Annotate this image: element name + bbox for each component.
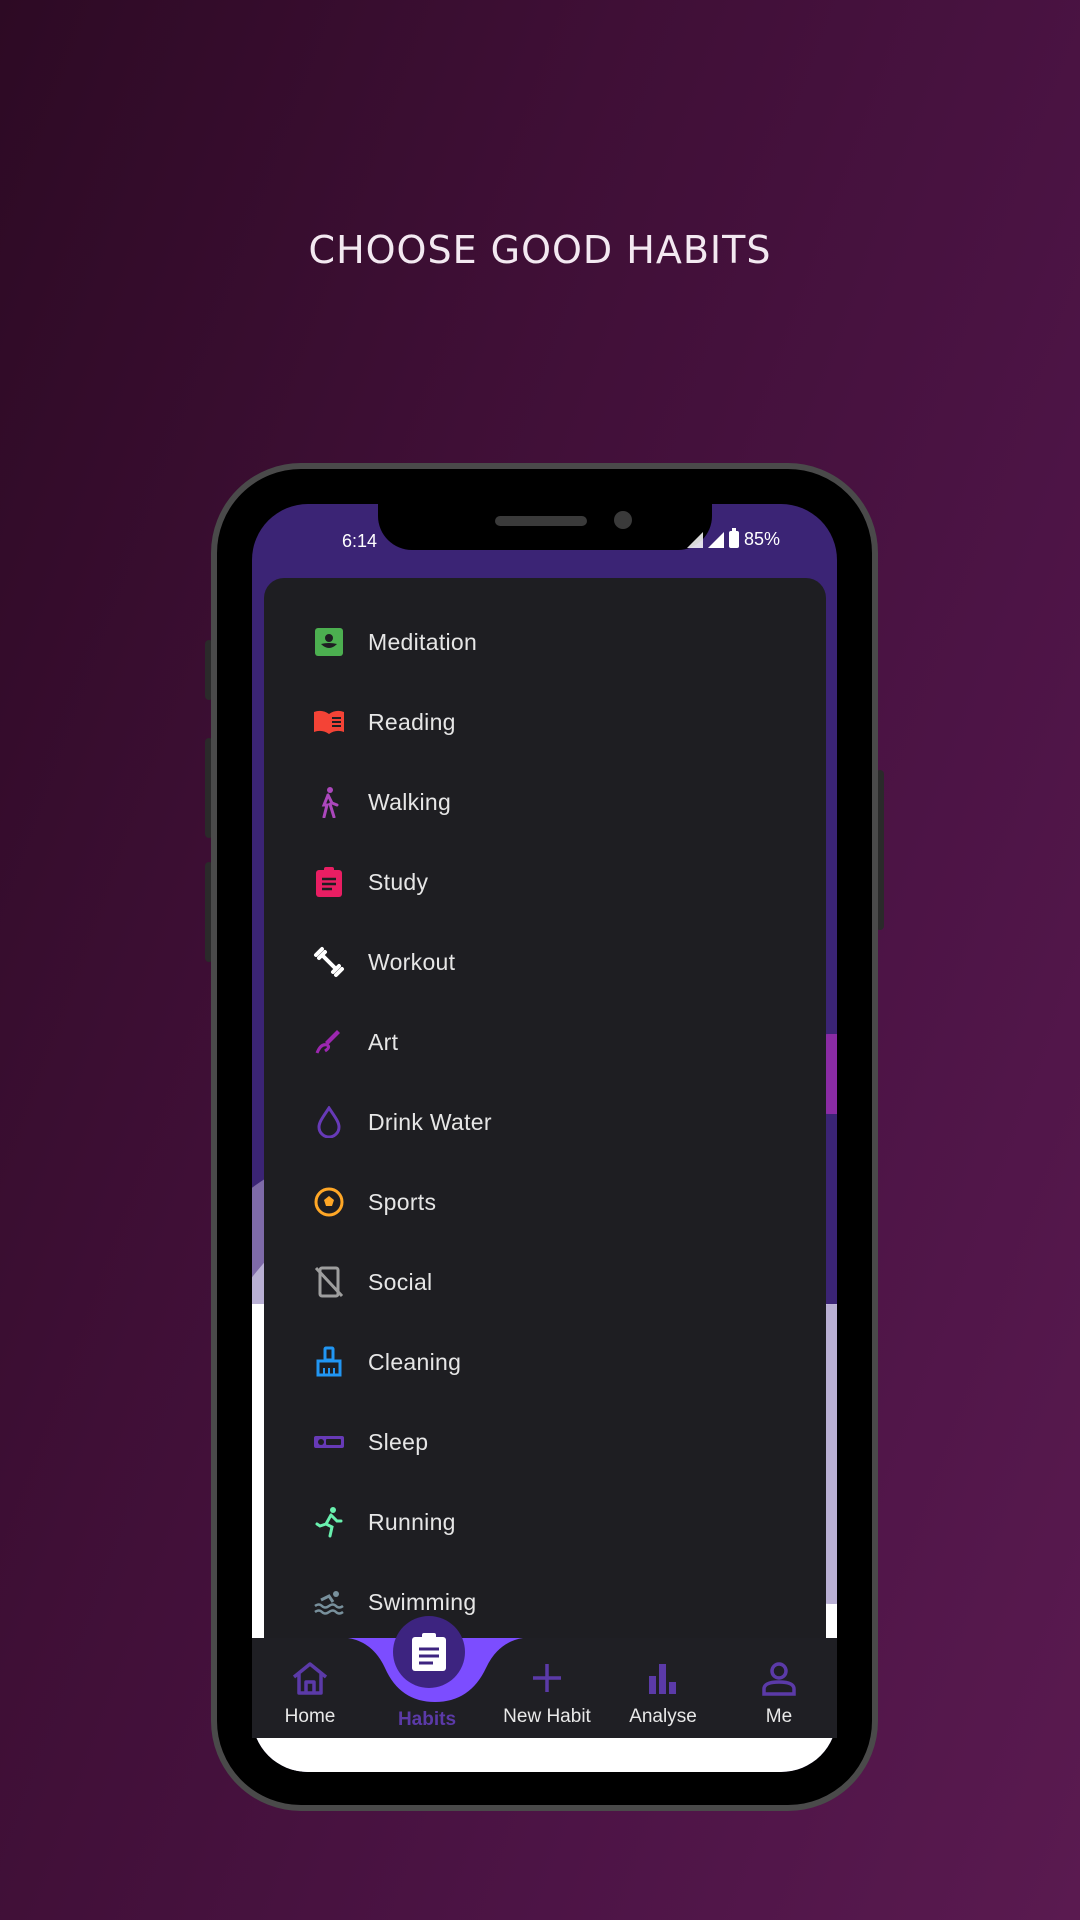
home-indicator[interactable] — [468, 1753, 620, 1759]
home-icon — [292, 1662, 328, 1695]
page-headline: CHOOSE GOOD HABITS — [308, 228, 772, 272]
nav-me-label: Me — [765, 1706, 793, 1727]
draw-icon — [312, 1025, 346, 1059]
battery-percent: 85% — [743, 529, 780, 549]
running-icon — [312, 1505, 346, 1539]
signal-icon — [707, 531, 724, 548]
person-icon — [762, 1662, 796, 1696]
signal-icon — [686, 531, 703, 548]
nav-analyse-label: Analyse — [629, 1706, 697, 1727]
habit-item-walking[interactable]: Walking — [312, 782, 792, 822]
book-icon — [312, 705, 346, 739]
status-icons: 85% — [628, 528, 828, 550]
walking-icon — [312, 785, 346, 819]
bottom-navigation: Home Habits New Habit Analyse Me — [252, 1638, 837, 1738]
habit-label: Cleaning — [368, 1348, 462, 1375]
front-camera — [614, 511, 632, 529]
habits-fab[interactable] — [393, 1616, 465, 1688]
battery-icon — [728, 528, 739, 548]
habit-label: Art — [368, 1028, 399, 1055]
water-drop-icon — [312, 1105, 346, 1139]
habit-label: Swimming — [368, 1588, 477, 1615]
clipboard-icon — [412, 1633, 446, 1671]
habit-label: Workout — [368, 948, 456, 975]
habit-item-art[interactable]: Art — [312, 1022, 792, 1062]
nav-new-habit-label: New Habit — [503, 1706, 591, 1727]
habit-item-running[interactable]: Running — [312, 1502, 792, 1542]
dumbbell-icon — [312, 945, 346, 979]
nav-me[interactable]: Me — [724, 1638, 834, 1738]
status-time: 6:14 — [342, 531, 378, 551]
soccer-ball-icon — [312, 1185, 346, 1219]
habit-label: Walking — [368, 788, 452, 815]
habit-label: Sleep — [368, 1428, 429, 1455]
nav-home-label: Home — [284, 1706, 336, 1727]
nav-analyse[interactable]: Analyse — [608, 1638, 718, 1738]
habit-item-meditation[interactable]: Meditation — [312, 622, 792, 662]
habit-item-study[interactable]: Study — [312, 862, 792, 902]
habit-label: Social — [368, 1268, 433, 1295]
clipboard-icon — [312, 865, 346, 899]
meditation-icon — [312, 625, 346, 659]
plus-icon — [533, 1664, 561, 1692]
habit-item-workout[interactable]: Workout — [312, 942, 792, 982]
bed-icon — [312, 1425, 346, 1459]
phone-off-icon — [312, 1265, 346, 1299]
habit-item-sleep[interactable]: Sleep — [312, 1422, 792, 1462]
habit-label: Drink Water — [368, 1108, 492, 1135]
habit-list-sheet: Meditation Reading Walking Study Workout… — [264, 578, 826, 1638]
broom-icon — [312, 1345, 346, 1379]
habit-label: Meditation — [368, 628, 478, 655]
habit-item-cleaning[interactable]: Cleaning — [312, 1342, 792, 1382]
habit-item-social[interactable]: Social — [312, 1262, 792, 1302]
habit-item-drink-water[interactable]: Drink Water — [312, 1102, 792, 1142]
swimming-icon — [312, 1585, 346, 1619]
habit-label: Sports — [368, 1188, 437, 1215]
habit-label: Running — [368, 1508, 456, 1535]
habit-item-sports[interactable]: Sports — [312, 1182, 792, 1222]
habit-item-reading[interactable]: Reading — [312, 702, 792, 742]
habit-label: Reading — [368, 708, 456, 735]
habit-item-swimming[interactable]: Swimming — [312, 1582, 792, 1622]
bar-chart-icon — [649, 1664, 676, 1694]
habit-label: Study — [368, 868, 429, 895]
speaker — [495, 516, 587, 526]
nav-habits-label: Habits — [397, 1709, 457, 1730]
